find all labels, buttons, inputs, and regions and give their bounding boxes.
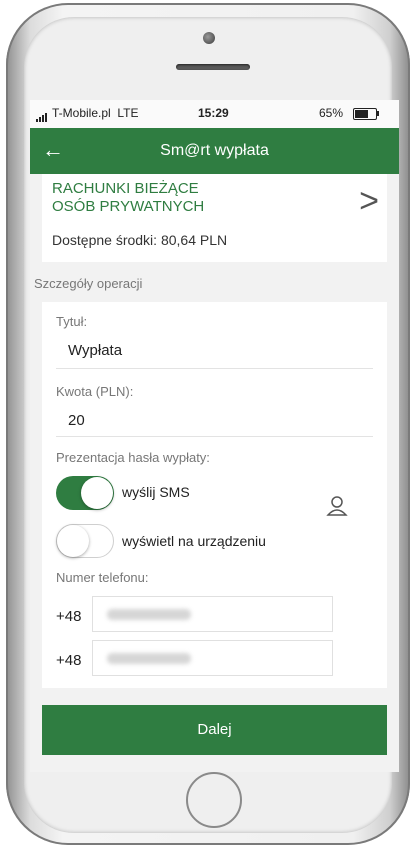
account-name-line2: OSÓB PRYWATNYCH [52, 198, 205, 215]
presentation-label: Prezentacja hasła wypłaty: [56, 450, 210, 465]
app-header: ← Sm@rt wypłata [30, 128, 399, 174]
sms-option-label: wyślij SMS [122, 484, 190, 500]
earpiece-speaker [176, 64, 250, 70]
next-button[interactable]: Dalej [42, 705, 387, 755]
account-name: RACHUNKI BIEŻĄCE OSÓB PRYWATNYCH [52, 180, 204, 216]
page-title: Sm@rt wypłata [160, 142, 269, 159]
title-underline [56, 368, 373, 369]
toggle-knob [57, 525, 89, 557]
user-icon[interactable] [326, 495, 348, 517]
app-screen: T-Mobile.pl LTE 15:29 65% ← Sm@rt wypłat… [30, 100, 399, 772]
title-label: Tytuł: [56, 314, 88, 329]
phone-label: Numer telefonu: [56, 570, 149, 585]
phone-number-input[interactable] [92, 596, 333, 632]
carrier-name: T-Mobile.pl [52, 106, 111, 120]
amount-label: Kwota (PLN): [56, 384, 134, 399]
carrier-label: T-Mobile.pl LTE [52, 106, 138, 120]
section-label: Szczegóły operacji [34, 276, 143, 291]
phone-number-confirm-input[interactable] [92, 640, 333, 676]
redacted-number [107, 609, 191, 620]
device-toggle[interactable] [56, 524, 114, 558]
amount-underline [56, 436, 373, 437]
title-input[interactable]: Wypłata [68, 342, 122, 359]
phone-prefix: +48 [56, 608, 82, 625]
battery-icon [353, 108, 377, 120]
toggle-knob [81, 477, 113, 509]
status-bar: T-Mobile.pl LTE 15:29 65% [30, 100, 399, 128]
status-time: 15:29 [198, 106, 229, 120]
account-name-line1: RACHUNKI BIEŻĄCE [52, 180, 199, 197]
signal-icon [36, 108, 48, 122]
battery-tip [377, 111, 379, 116]
home-button[interactable] [186, 772, 242, 828]
account-selector[interactable]: RACHUNKI BIEŻĄCE OSÓB PRYWATNYCH > Dostę… [42, 174, 387, 262]
available-funds: Dostępne środki: 80,64 PLN [52, 232, 228, 248]
chevron-right-icon[interactable]: > [359, 182, 379, 221]
redacted-number [107, 653, 191, 664]
network-type: LTE [117, 106, 139, 120]
phone-prefix-2: +48 [56, 652, 82, 669]
amount-input[interactable]: 20 [68, 412, 85, 429]
sms-toggle[interactable] [56, 476, 114, 510]
device-option-label: wyświetl na urządzeniu [122, 533, 266, 549]
battery-percent: 65% [319, 106, 344, 120]
front-camera [203, 32, 215, 44]
